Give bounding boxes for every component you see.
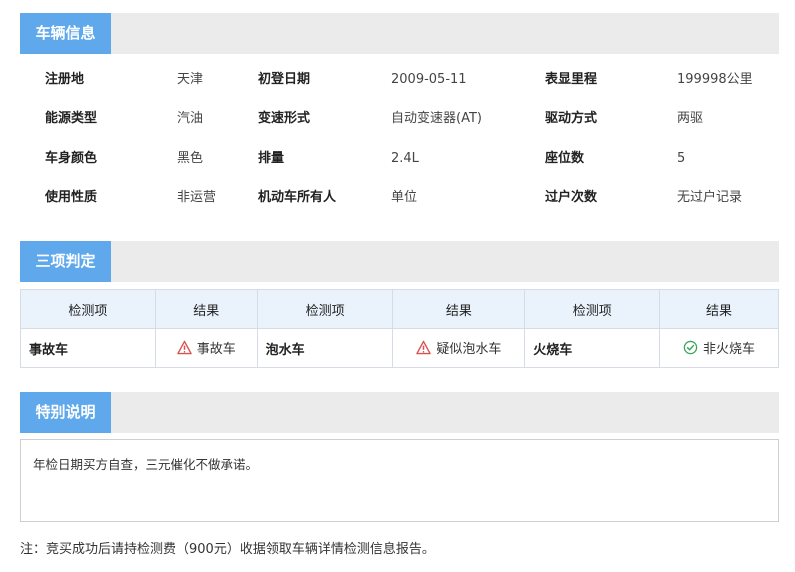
accident-check-name: 事故车 [20,328,156,368]
drive-type-value: 两驱 [677,111,704,126]
fire-check-name: 火烧车 [524,328,661,368]
transmission-value: 自动变速器(AT) [391,111,482,126]
info-row: 车身颜色 黑色 排量 2.4L 座位数 5 [20,139,779,179]
flood-check-result-cell: 疑似泡水车 [392,328,526,368]
body-color-label: 车身颜色 [45,151,98,166]
special-notes-text: 年检日期买方自查，三元催化不做承诺。 [33,457,259,472]
table-header-cell: 检测项 [20,289,156,329]
table-row: 事故车 事故车 泡水车 疑似泡水车 火烧车 非火烧车 [20,328,779,368]
transmission-label: 变速形式 [258,111,311,126]
vehicle-owner-label: 机动车所有人 [258,190,337,205]
info-row: 注册地 天津 初登日期 2009-05-11 表显里程 199998公里 [20,60,779,100]
energy-type-label: 能源类型 [45,111,98,126]
registration-place-value: 天津 [177,72,204,87]
vehicle-info-header: 车辆信息 [20,13,779,54]
warning-triangle-icon [176,340,192,354]
mileage-label: 表显里程 [545,72,598,87]
displacement-label: 排量 [258,151,285,166]
fire-check-result-cell: 非火烧车 [659,328,779,368]
energy-type-value: 汽油 [177,111,204,126]
mileage-value: 199998公里 [677,72,753,87]
table-header-cell: 结果 [392,289,526,329]
drive-type-label: 驱动方式 [545,111,598,126]
seat-count-value: 5 [677,151,686,166]
info-row: 能源类型 汽油 变速形式 自动变速器(AT) 驱动方式 两驱 [20,99,779,139]
displacement-value: 2.4L [391,151,419,166]
transfer-count-value: 无过户记录 [677,190,743,205]
vehicle-owner-value: 单位 [391,190,418,205]
judgment-header: 三项判定 [20,241,779,282]
flood-check-result: 疑似泡水车 [436,341,502,357]
vehicle-info-tab: 车辆信息 [20,13,111,54]
first-registration-date-label: 初登日期 [258,72,311,87]
table-header-row: 检测项 结果 检测项 结果 检测项 结果 [20,289,779,329]
table-header-cell: 结果 [154,289,258,329]
table-header-cell: 检测项 [524,289,661,329]
judgment-tab: 三项判定 [20,241,111,282]
body-color-value: 黑色 [177,151,204,166]
special-notes-box: 年检日期买方自查，三元催化不做承诺。 [20,439,779,522]
judgment-table: 检测项 结果 检测项 结果 检测项 结果 事故车 事故车 泡水车 疑似泡水车 火… [20,289,779,368]
usage-type-value: 非运营 [177,190,217,205]
fire-check-result: 非火烧车 [703,341,756,357]
flood-check-name: 泡水车 [256,328,394,368]
warning-triangle-icon [416,340,432,354]
footnote-text: 注：竞买成功后请持检测费（900元）收据领取车辆详情检测信息报告。 [20,542,435,557]
accident-check-result: 事故车 [196,341,236,357]
seat-count-label: 座位数 [545,151,585,166]
table-header-cell: 检测项 [256,289,394,329]
special-notes-header: 特别说明 [20,392,779,433]
special-notes-tab: 特别说明 [20,392,111,433]
accident-check-result-cell: 事故车 [154,328,258,368]
check-circle-icon [683,340,698,354]
table-header-cell: 结果 [659,289,779,329]
usage-type-label: 使用性质 [45,190,98,205]
info-row: 使用性质 非运营 机动车所有人 单位 过户次数 无过户记录 [20,178,779,218]
transfer-count-label: 过户次数 [545,190,598,205]
first-registration-date-value: 2009-05-11 [391,72,467,87]
registration-place-label: 注册地 [45,72,85,87]
